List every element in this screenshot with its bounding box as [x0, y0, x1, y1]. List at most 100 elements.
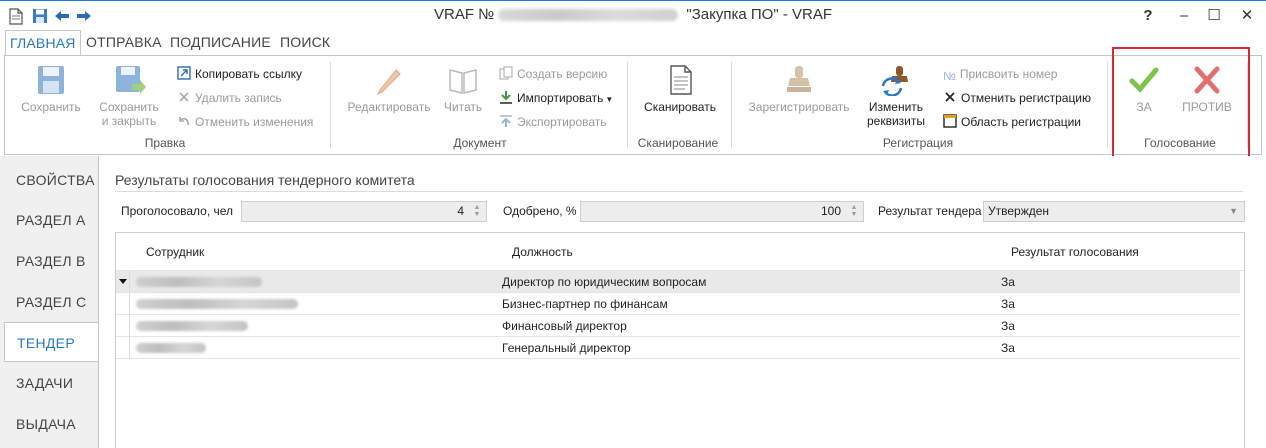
- help-button[interactable]: ?: [1137, 5, 1159, 27]
- delete-record-button[interactable]: Удалить запись: [177, 89, 282, 107]
- maximize-button[interactable]: ☐: [1203, 5, 1225, 27]
- change-details-label-line-2: реквизиты: [866, 114, 925, 128]
- nav-razdel-a[interactable]: РАЗДЕЛ А: [4, 200, 98, 240]
- current-row-indicator: [116, 271, 130, 293]
- copy-link-button[interactable]: Копировать ссылку: [177, 65, 302, 83]
- registration-area-button[interactable]: Область регистрации: [943, 113, 1081, 131]
- save-and-close-label: Сохранить и закрыть: [99, 100, 159, 128]
- cancel-registration-label: Отменить регистрацию: [961, 91, 1092, 105]
- assign-number-button[interactable]: № Присвоить номер: [943, 65, 1057, 83]
- group-document-label: Документ: [453, 136, 507, 150]
- register-button[interactable]: Зарегистрировать: [747, 64, 851, 114]
- window-title-prefix: VRAF №: [433, 6, 495, 23]
- read-label: Читать: [443, 100, 483, 114]
- scan-label: Сканировать: [644, 100, 716, 114]
- column-employee[interactable]: Сотрудник: [146, 245, 204, 259]
- export-button[interactable]: Экспортировать: [499, 113, 607, 131]
- undo-icon: [179, 117, 189, 126]
- book-icon: [449, 69, 477, 94]
- spinner-icon[interactable]: ▲ ▼: [472, 204, 482, 219]
- ribbon-tabs: ГЛАВНАЯ ОТПРАВКА ПОДПИСАНИЕ ПОИСК: [0, 30, 1266, 56]
- upload-icon: [500, 115, 512, 127]
- nav-vydacha[interactable]: ВЫДАЧА: [4, 404, 98, 444]
- import-label: Импортировать: [517, 91, 604, 105]
- group-document: Редактировать Читать Создать версию Импо…: [335, 56, 625, 154]
- redacted-document-number: [498, 9, 679, 22]
- tab-podpisanie[interactable]: ПОДПИСАНИЕ: [166, 30, 275, 56]
- stamp-icon: [787, 66, 811, 92]
- save-and-close-label-line-2: и закрыть: [101, 114, 157, 128]
- x-icon: [945, 92, 955, 102]
- copy-link-label: Копировать ссылку: [195, 67, 302, 81]
- scan-document-icon: [670, 65, 692, 95]
- undo-changes-button[interactable]: Отменить изменения: [177, 113, 313, 131]
- ribbon-separator: [330, 62, 331, 148]
- group-registration: Зарегистрировать Изменить реквизиты № Прис…: [733, 56, 1103, 154]
- change-details-label-line-1: Изменить: [868, 100, 924, 114]
- window-title-suffix: "Закупка ПО" - VRAF: [682, 6, 833, 23]
- link-icon: [177, 66, 191, 80]
- left-nav: СВОЙСТВА РАЗДЕЛ А РАЗДЕЛ В РАЗДЕЛ С ТЕНД…: [0, 156, 99, 448]
- row-position: Директор по юридическим вопросам: [502, 275, 707, 289]
- row-position: Бизнес-партнер по финансам: [502, 297, 668, 311]
- change-details-button[interactable]: Изменить реквизиты: [863, 64, 929, 128]
- table-row[interactable]: Директор по юридическим вопросам За: [116, 271, 1240, 293]
- row-result: За: [1001, 341, 1015, 355]
- numero-icon: №: [943, 69, 956, 83]
- column-result[interactable]: Результат голосования: [1011, 245, 1139, 259]
- voting-highlight-frame: [1112, 47, 1250, 163]
- employee-name-redacted: [136, 321, 248, 331]
- nav-razdel-v[interactable]: РАЗДЕЛ В: [4, 241, 98, 281]
- spinner-icon[interactable]: ▲ ▼: [849, 204, 859, 219]
- row-result: За: [1001, 297, 1015, 311]
- tab-poisk[interactable]: ПОИСК: [276, 30, 334, 56]
- row-indicator: [116, 337, 130, 359]
- save-button[interactable]: Сохранить: [19, 64, 83, 114]
- ribbon-separator: [731, 62, 732, 148]
- row-indicator: [116, 293, 130, 315]
- nav-svoystva[interactable]: СВОЙСТВА: [4, 160, 98, 200]
- save-and-close-label-line-1: Сохранить: [99, 100, 159, 114]
- read-button[interactable]: Читать: [439, 64, 487, 114]
- import-button[interactable]: Импортировать ▼: [499, 89, 613, 107]
- pencil-icon: [376, 69, 401, 96]
- change-details-label: Изменить реквизиты: [867, 100, 925, 128]
- scan-button[interactable]: Сканировать: [639, 64, 721, 114]
- table-row[interactable]: Генеральный директор За: [116, 337, 1240, 359]
- tender-result-select[interactable]: Утвержден ▼: [983, 201, 1245, 222]
- tender-result-value: Утвержден: [988, 204, 1050, 218]
- save-label: Сохранить: [21, 100, 81, 114]
- row-indicator: [116, 315, 130, 337]
- minimize-button[interactable]: –: [1173, 5, 1195, 27]
- save-and-close-button[interactable]: Сохранить и закрыть: [95, 64, 163, 128]
- tab-glavnaya[interactable]: ГЛАВНАЯ: [5, 30, 81, 56]
- close-button[interactable]: ✕: [1236, 5, 1258, 27]
- table-row[interactable]: Бизнес-партнер по финансам За: [116, 293, 1240, 315]
- column-position[interactable]: Должность: [512, 245, 573, 259]
- section-divider: [115, 191, 1243, 192]
- register-label: Зарегистрировать: [748, 100, 850, 114]
- tab-otpravka[interactable]: ОТПРАВКА: [82, 30, 166, 56]
- ribbon: Сохранить Сохранить и закрыть Копировать …: [4, 55, 1262, 155]
- voted-count-field[interactable]: 4 ▲ ▼: [241, 201, 487, 222]
- nav-zadachi[interactable]: ЗАДАЧИ: [4, 363, 98, 403]
- group-pravka-label: Правка: [144, 136, 186, 150]
- group-pravka: Сохранить Сохранить и закрыть Копировать …: [5, 56, 325, 154]
- table-header: Сотрудник Должность Результат голосовани…: [116, 233, 1244, 271]
- nav-tender[interactable]: ТЕНДЕР: [4, 322, 99, 362]
- employee-name-redacted: [136, 343, 206, 353]
- nav-razdel-s[interactable]: РАЗДЕЛ С: [4, 282, 98, 322]
- edit-button[interactable]: Редактировать: [347, 64, 431, 114]
- pages-icon: [499, 66, 513, 80]
- row-result: За: [1001, 275, 1015, 289]
- create-version-button[interactable]: Создать версию: [499, 65, 607, 83]
- tender-result-label: Результат тендера: [878, 204, 982, 218]
- table-row[interactable]: Финансовый директор За: [116, 315, 1240, 337]
- approved-percent-field[interactable]: 100 ▲ ▼: [580, 201, 864, 222]
- download-icon: [500, 91, 512, 104]
- row-position: Генеральный директор: [502, 341, 631, 355]
- floppy-icon: [38, 66, 64, 94]
- chevron-down-icon: ▼: [1229, 206, 1238, 216]
- cancel-registration-button[interactable]: Отменить регистрацию: [943, 89, 1091, 107]
- group-scan: Сканировать Сканирование: [629, 56, 727, 154]
